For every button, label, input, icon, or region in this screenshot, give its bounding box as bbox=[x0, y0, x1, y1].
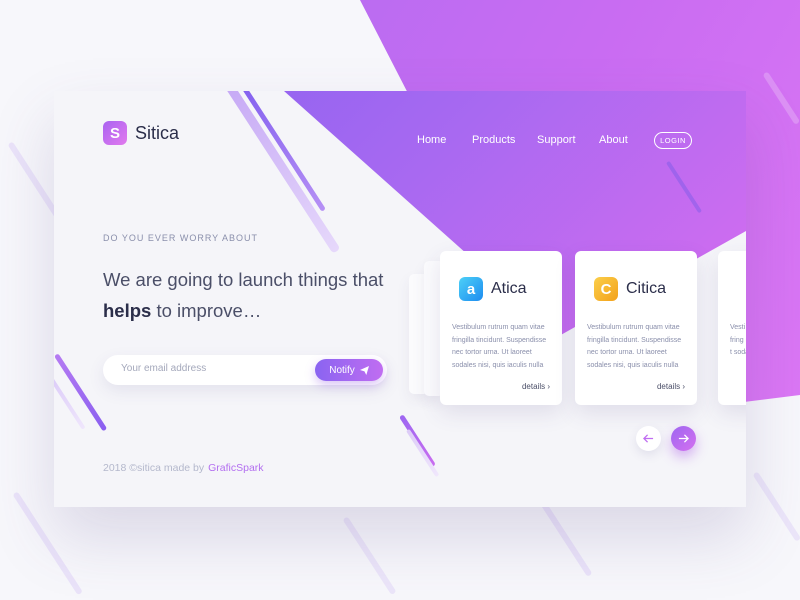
carousel-prev-button[interactable] bbox=[636, 426, 661, 451]
send-icon bbox=[359, 365, 369, 375]
atica-logo-icon: a bbox=[459, 277, 483, 301]
product-description: Vesti fring nec t soda bbox=[730, 324, 746, 356]
footer: 2018 ©sitica made by GraficSpark bbox=[103, 462, 264, 474]
hero-headline: We are going to launch things that helps… bbox=[103, 264, 403, 326]
page: S Sitica Home Products Support About LOG… bbox=[0, 0, 800, 600]
landing-card: S Sitica Home Products Support About LOG… bbox=[54, 91, 746, 507]
product-description: Vestibulum rutrum quam vitae fringilla t… bbox=[587, 324, 682, 369]
decor-stripe bbox=[406, 428, 440, 478]
signup-form: Notify bbox=[103, 355, 387, 385]
nav-home[interactable]: Home bbox=[417, 134, 446, 146]
citica-logo-icon: C bbox=[594, 277, 618, 301]
product-description: Vestibulum rutrum quam vitae fringilla t… bbox=[452, 324, 547, 369]
nav-products[interactable]: Products bbox=[472, 134, 515, 146]
details-label: details bbox=[656, 382, 681, 391]
brand-name: Sitica bbox=[135, 122, 180, 143]
footer-text: 2018 ©sitica made by bbox=[103, 462, 205, 474]
nav-support[interactable]: Support bbox=[537, 134, 576, 146]
logo[interactable]: S Sitica bbox=[103, 121, 179, 145]
decor-line bbox=[752, 471, 800, 542]
chevron-right-icon: › bbox=[682, 382, 685, 391]
product-name: Atica bbox=[491, 280, 527, 297]
headline-text-end: to improve… bbox=[151, 300, 262, 321]
carousel-next-button[interactable] bbox=[671, 426, 696, 451]
details-link[interactable]: details › bbox=[522, 382, 550, 391]
details-label: details bbox=[521, 382, 546, 391]
product-card-atica[interactable]: a Atica Vestibulum rutrum quam vitae fri… bbox=[440, 251, 562, 405]
headline-text: We are going to launch things that bbox=[103, 269, 384, 290]
logo-icon: S bbox=[103, 121, 127, 145]
notify-label: Notify bbox=[329, 364, 355, 376]
decor-line bbox=[342, 516, 397, 596]
chevron-right-icon: › bbox=[547, 382, 550, 391]
notify-button[interactable]: Notify bbox=[315, 359, 383, 381]
footer-brand-link[interactable]: GraficSpark bbox=[208, 462, 263, 474]
hero-eyebrow: DO YOU EVER WORRY ABOUT bbox=[103, 233, 259, 243]
details-link[interactable]: details › bbox=[657, 382, 685, 391]
nav-about[interactable]: About bbox=[599, 134, 628, 146]
product-card-partial[interactable]: Vesti fring nec t soda bbox=[718, 251, 746, 405]
product-name: Citica bbox=[626, 280, 667, 297]
product-header: C Citica bbox=[594, 277, 666, 301]
login-button[interactable]: LOGIN bbox=[654, 132, 692, 149]
product-card-citica[interactable]: C Citica Vestibulum rutrum quam vitae fr… bbox=[575, 251, 697, 405]
product-header: a Atica bbox=[459, 277, 527, 301]
arrow-left-icon bbox=[643, 434, 654, 443]
arrow-right-icon bbox=[678, 434, 689, 443]
headline-emphasis: helps bbox=[103, 300, 152, 321]
email-input[interactable] bbox=[121, 363, 301, 374]
